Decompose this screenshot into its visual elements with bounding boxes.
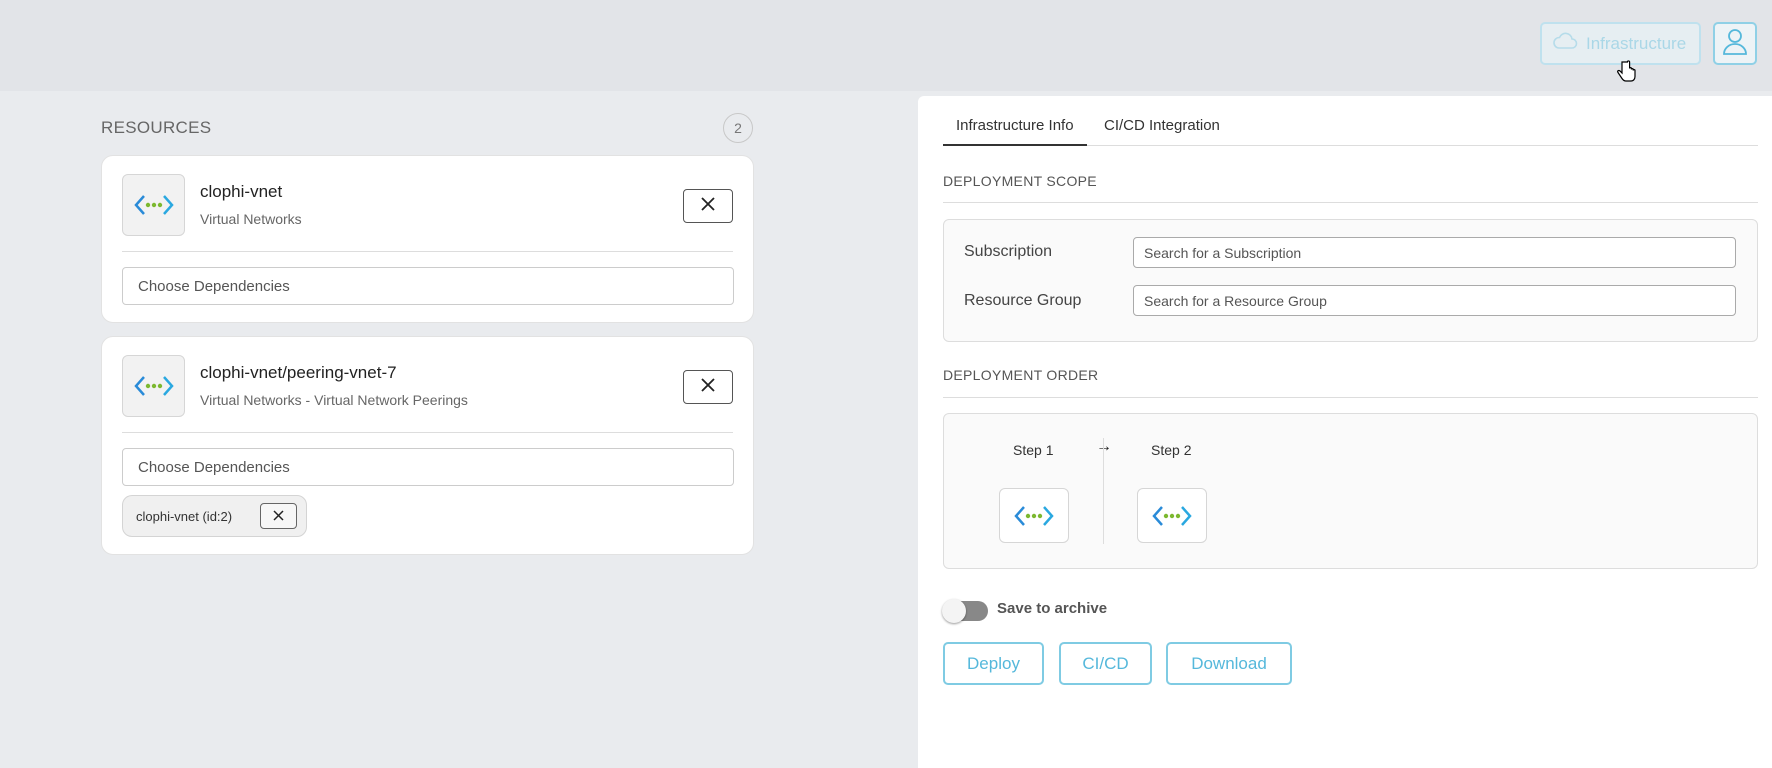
deployment-order-box: Step 1 → Step 2 bbox=[943, 413, 1758, 569]
step-arrow-icon: → bbox=[1096, 438, 1112, 455]
tab-cicd-integration[interactable]: CI/CD Integration bbox=[1091, 117, 1233, 146]
section-divider bbox=[943, 397, 1758, 398]
close-icon bbox=[701, 377, 715, 397]
dependencies-select[interactable]: Choose Dependencies bbox=[122, 267, 734, 305]
download-button[interactable]: Download bbox=[1166, 642, 1292, 685]
virtual-network-icon bbox=[122, 355, 185, 417]
virtual-network-icon bbox=[1137, 488, 1207, 543]
step-2-label: Step 2 bbox=[1151, 442, 1192, 458]
deployment-scope-title: DEPLOYMENT SCOPE bbox=[943, 173, 1097, 189]
remove-resource-button[interactable] bbox=[683, 370, 733, 404]
card-divider bbox=[122, 432, 733, 433]
dependencies-select[interactable]: Choose Dependencies bbox=[122, 448, 734, 486]
resource-card: clophi-vnet/peering-vnet-7 Virtual Netwo… bbox=[101, 336, 754, 555]
save-to-archive-toggle[interactable] bbox=[942, 599, 988, 623]
hand-cursor-icon bbox=[1616, 60, 1638, 89]
virtual-network-icon bbox=[122, 174, 185, 236]
step-1-label: Step 1 bbox=[1013, 442, 1054, 458]
remove-dependency-button[interactable] bbox=[260, 503, 297, 529]
user-icon bbox=[1722, 27, 1748, 60]
cicd-button[interactable]: CI/CD bbox=[1059, 642, 1152, 685]
user-menu-button[interactable] bbox=[1713, 22, 1757, 65]
toggle-knob bbox=[942, 599, 966, 623]
subscription-search-input[interactable]: Search for a Subscription bbox=[1133, 237, 1736, 268]
step-divider bbox=[1103, 438, 1104, 544]
section-divider bbox=[943, 202, 1758, 203]
infrastructure-button[interactable]: Infrastructure bbox=[1540, 22, 1701, 65]
card-divider bbox=[122, 251, 733, 252]
panel-tabs: Infrastructure Info CI/CD Integration bbox=[943, 96, 1758, 146]
virtual-network-icon bbox=[999, 488, 1069, 543]
dependency-chip-label: clophi-vnet (id:2) bbox=[136, 508, 233, 524]
subscription-label: Subscription bbox=[964, 243, 1053, 260]
dependency-chip: clophi-vnet (id:2) bbox=[122, 495, 307, 537]
deploy-button[interactable]: Deploy bbox=[943, 642, 1044, 685]
deployment-order-title: DEPLOYMENT ORDER bbox=[943, 367, 1099, 383]
close-icon bbox=[273, 509, 284, 524]
resource-type: Virtual Networks bbox=[200, 211, 302, 227]
tab-infrastructure-info[interactable]: Infrastructure Info bbox=[943, 117, 1087, 146]
resource-group-label: Resource Group bbox=[964, 292, 1082, 309]
top-bar: Infrastructure bbox=[0, 0, 1772, 91]
resource-name: clophi-vnet bbox=[200, 182, 283, 201]
resource-name: clophi-vnet/peering-vnet-7 bbox=[200, 363, 397, 382]
close-icon bbox=[701, 196, 715, 216]
cloud-icon bbox=[1552, 31, 1578, 56]
save-to-archive-label: Save to archive bbox=[997, 600, 1108, 617]
resource-type: Virtual Networks - Virtual Network Peeri… bbox=[200, 392, 468, 408]
resource-card: clophi-vnet Virtual Networks Choose Depe… bbox=[101, 155, 754, 323]
deployment-scope-box: Subscription Search for a Subscription R… bbox=[943, 219, 1758, 342]
infrastructure-button-label: Infrastructure bbox=[1586, 33, 1687, 53]
resources-count-badge: 2 bbox=[723, 113, 753, 143]
resources-title: RESOURCES bbox=[101, 118, 212, 137]
infrastructure-panel: Infrastructure Info CI/CD Integration DE… bbox=[918, 96, 1772, 768]
resource-group-search-input[interactable]: Search for a Resource Group bbox=[1133, 285, 1736, 316]
remove-resource-button[interactable] bbox=[683, 189, 733, 223]
